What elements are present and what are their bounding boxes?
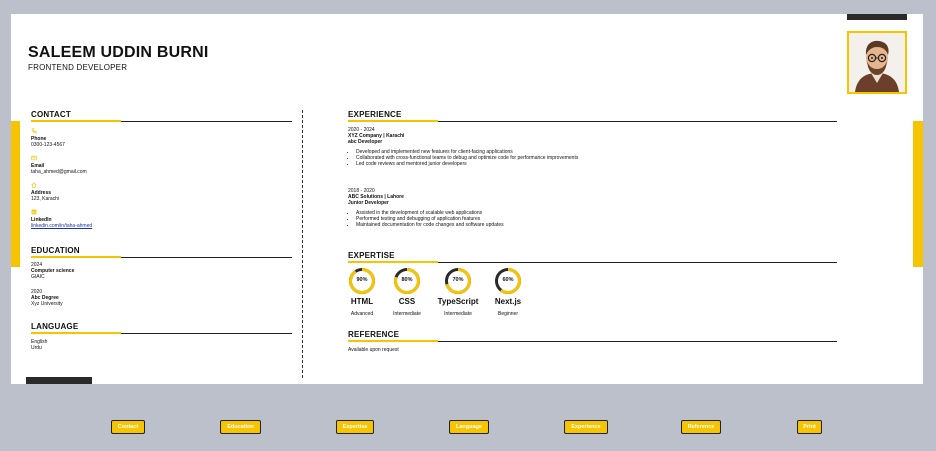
right-accent-bar [913,121,923,267]
nav-language-button[interactable]: Language [449,420,489,434]
skill-percent: 90% [356,277,368,283]
experience-job: 2020 - 2024 XYZ Company | Karachi abc De… [348,127,578,167]
skill-card: 60% Next.js Beginner [478,267,538,317]
education-rule [31,256,292,258]
language-rule [31,332,292,334]
linkedin-link[interactable]: linkedin.com/in/taha-ahmed [31,223,92,229]
expertise-title: EXPERTISE [348,251,395,260]
contact-rule [31,120,292,122]
job-duty: Maintained documentation for code change… [356,222,504,228]
nav-experience-button[interactable]: Experience [564,420,608,434]
reference-rule [348,340,837,342]
skill-percent: 60% [502,277,514,283]
education-title: EDUCATION [31,246,80,255]
address-value: 123, Karachi [31,196,60,202]
nav-reference-button[interactable]: Reference [681,420,721,434]
linkedin-icon: in [31,209,37,215]
expertise-section-header: EXPERTISE [348,251,837,263]
contact-item-email: Email taha_ahmed@gmail.com [31,155,87,175]
avatar-illustration [849,33,905,92]
language-section-header: LANGUAGE [31,322,292,334]
email-icon [31,155,37,161]
profile-photo [847,31,907,94]
language-title: LANGUAGE [31,322,79,331]
contact-item-phone: Phone 0300-123-4567 [31,128,65,148]
svg-text:in: in [32,211,35,215]
phone-icon [31,128,37,134]
skill-percent: 70% [452,277,464,283]
reference-section-header: REFERENCE [348,330,837,342]
skill-progress-ring: 70% [444,267,472,295]
candidate-role: FRONTEND DEVELOPER [28,63,128,72]
left-accent-bar [11,121,20,267]
nav-contact-button[interactable]: Contact [111,420,145,434]
experience-job: 2018 - 2020 ABC Solutions | Lahore Junio… [348,188,504,228]
contact-item-linkedin: in LinkedIn linkedin.com/in/taha-ahmed [31,209,92,229]
education-item: 2020 Abc Degree Xyz University [31,289,63,307]
language-item: Urdu [31,345,42,351]
home-icon [31,182,37,188]
job-duties: Assisted in the development of scalable … [348,210,504,228]
nav-expertise-button[interactable]: Expertise [336,420,374,434]
skill-progress-ring: 90% [348,267,376,295]
job-duties: Developed and implemented new features f… [348,149,578,167]
top-decor-bar [847,14,907,20]
language-list: English Urdu [31,339,47,351]
reference-text: Available upon request [348,347,399,353]
reference-title: REFERENCE [348,330,400,339]
nav-print-button[interactable]: Print [797,420,822,434]
expertise-rule [348,261,837,263]
bottom-decor-bar [26,377,92,384]
contact-title: CONTACT [31,110,71,119]
education-item: 2024 Computer science GIAIC [31,262,74,280]
education-school: GIAIC [31,274,45,280]
contact-section-header: CONTACT [31,110,292,122]
experience-section-header: EXPERIENCE [348,110,837,122]
column-divider [302,110,303,378]
skill-progress-ring: 60% [494,267,522,295]
candidate-name: SALEEM UDDIN BURNI [28,44,209,61]
skill-progress-ring: 80% [393,267,421,295]
education-school: Xyz University [31,301,63,307]
nav-education-button[interactable]: Education [220,420,261,434]
phone-value: 0300-123-4567 [31,142,65,148]
skill-name: Next.js [494,297,522,306]
job-title: Junior Developer [348,200,389,206]
experience-rule [348,120,837,122]
job-duty: Led code reviews and mentored junior dev… [356,161,578,167]
skill-percent: 80% [401,277,413,283]
job-title: abc Developer [348,139,383,145]
email-value: taha_ahmed@gmail.com [31,169,87,175]
skill-level: Beginner [497,311,518,317]
contact-item-address: Address 123, Karachi [31,182,59,202]
education-section-header: EDUCATION [31,246,292,258]
experience-title: EXPERIENCE [348,110,402,119]
